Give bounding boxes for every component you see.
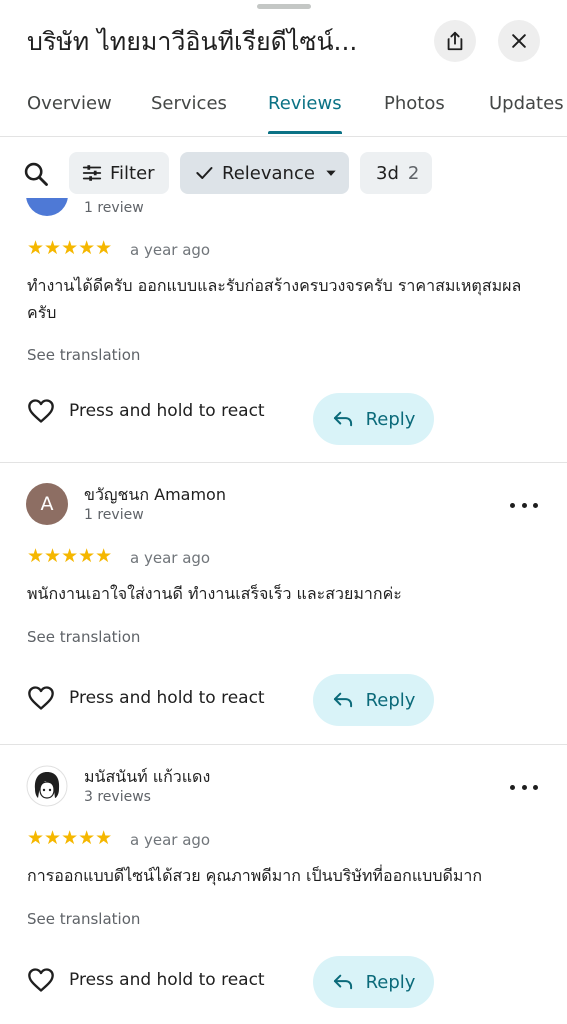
- more-dot: [521, 502, 527, 508]
- more-dot: [510, 784, 515, 790]
- react-button[interactable]: Press and hold to react: [27, 967, 265, 993]
- tune-icon: [82, 165, 102, 181]
- review-text: การออกแบบดีไซน์ได้สวย คุณภาพดีมาก เป็นบร…: [27, 866, 483, 885]
- close-icon: [512, 34, 526, 48]
- review-date: a year ago: [130, 549, 211, 567]
- reply-label: Reply: [365, 689, 416, 711]
- see-translation-link[interactable]: See translation: [27, 910, 140, 928]
- more-options-button[interactable]: [510, 495, 538, 515]
- review-date: a year ago: [130, 831, 211, 849]
- review-card: 1 review ★★★★★ a year ago ทำงานได้ดีครับ…: [0, 198, 567, 462]
- check-icon: [196, 167, 213, 179]
- heart-icon: [28, 686, 54, 710]
- review-text: พนักงานเอาใจใส่งานดี ทำงานเสร็จเร็ว และส…: [27, 584, 402, 603]
- reply-arrow-icon: [333, 974, 352, 990]
- more-dot: [533, 502, 538, 508]
- active-tab-indicator: [268, 131, 342, 134]
- avatar[interactable]: A: [26, 483, 68, 525]
- reviewer-name[interactable]: ขวัญชนก Amamon: [84, 483, 226, 508]
- react-label: Press and hold to react: [69, 688, 265, 708]
- star-rating: ★★★★★: [27, 827, 113, 849]
- more-dot: [521, 784, 527, 790]
- reviewer-review-count: 3 reviews: [84, 789, 151, 805]
- filter-label: Filter: [110, 162, 155, 184]
- sort-relevance-chip[interactable]: Relevance: [180, 152, 349, 194]
- see-translation-link[interactable]: See translation: [27, 628, 140, 646]
- more-dot: [510, 502, 515, 508]
- reply-arrow-icon: [333, 411, 352, 427]
- reply-label: Reply: [365, 971, 416, 993]
- dropdown-arrow-icon: [326, 170, 336, 176]
- more-dot: [533, 784, 538, 790]
- review-text: ทำงานได้ดีครับ ออกแบบและรับก่อสร้างครบวง…: [27, 276, 522, 322]
- react-button[interactable]: Press and hold to react: [27, 398, 265, 424]
- react-label: Press and hold to react: [69, 970, 265, 990]
- tab-updates[interactable]: Updates: [489, 93, 564, 114]
- tab-reviews[interactable]: Reviews: [268, 93, 342, 114]
- share-button[interactable]: [434, 20, 476, 62]
- see-translation-link[interactable]: See translation: [27, 346, 140, 364]
- heart-icon: [28, 399, 54, 423]
- sort-label: Relevance: [222, 162, 315, 184]
- close-button[interactable]: [498, 20, 540, 62]
- review-toolbar: Filter Relevance 3d 2: [0, 150, 567, 196]
- more-options-button[interactable]: [510, 777, 538, 797]
- reviewer-review-count: 1 review: [84, 200, 144, 216]
- topic-chip-label: 3d: [376, 162, 399, 184]
- heart-icon: [28, 968, 54, 992]
- reply-label: Reply: [365, 408, 416, 430]
- share-icon: [447, 31, 463, 51]
- avatar-letter: A: [40, 493, 54, 515]
- reply-arrow-icon: [333, 692, 352, 708]
- review-date: a year ago: [130, 241, 211, 259]
- review-card: มนัสนันท์ แก้วแดง 3 reviews ★★★★★ a year…: [0, 745, 567, 1024]
- reviews-list[interactable]: 1 review ★★★★★ a year ago ทำงานได้ดีครับ…: [0, 198, 567, 1024]
- filter-chip[interactable]: Filter: [69, 152, 169, 194]
- star-rating: ★★★★★: [27, 545, 113, 567]
- reply-button[interactable]: Reply: [313, 674, 434, 726]
- place-title: บริษัท ไทยมาวีอินทีเรียดีไซน์...: [27, 27, 358, 56]
- star-rating: ★★★★★: [27, 237, 113, 259]
- avatar[interactable]: [26, 765, 68, 807]
- tab-bar: Overview Services Reviews Photos Updates: [0, 84, 567, 137]
- search-reviews-button[interactable]: [22, 160, 50, 188]
- tab-photos[interactable]: Photos: [384, 93, 445, 114]
- reply-button[interactable]: Reply: [313, 956, 434, 1008]
- react-label: Press and hold to react: [69, 401, 265, 421]
- search-icon: [24, 162, 48, 186]
- reply-button[interactable]: Reply: [313, 393, 434, 445]
- tab-overview[interactable]: Overview: [27, 93, 112, 114]
- review-card: A ขวัญชนก Amamon 1 review ★★★★★ a year a…: [0, 463, 567, 744]
- topic-chip-3d[interactable]: 3d 2: [360, 152, 432, 194]
- reviewer-name[interactable]: มนัสนันท์ แก้วแดง: [84, 765, 210, 790]
- reviewer-review-count: 1 review: [84, 507, 144, 523]
- avatar-illustration: [26, 765, 68, 807]
- tab-services[interactable]: Services: [151, 93, 227, 114]
- topic-chip-count: 2: [407, 162, 420, 184]
- sheet-drag-handle[interactable]: [257, 4, 311, 9]
- avatar[interactable]: [26, 198, 68, 216]
- react-button[interactable]: Press and hold to react: [27, 685, 265, 711]
